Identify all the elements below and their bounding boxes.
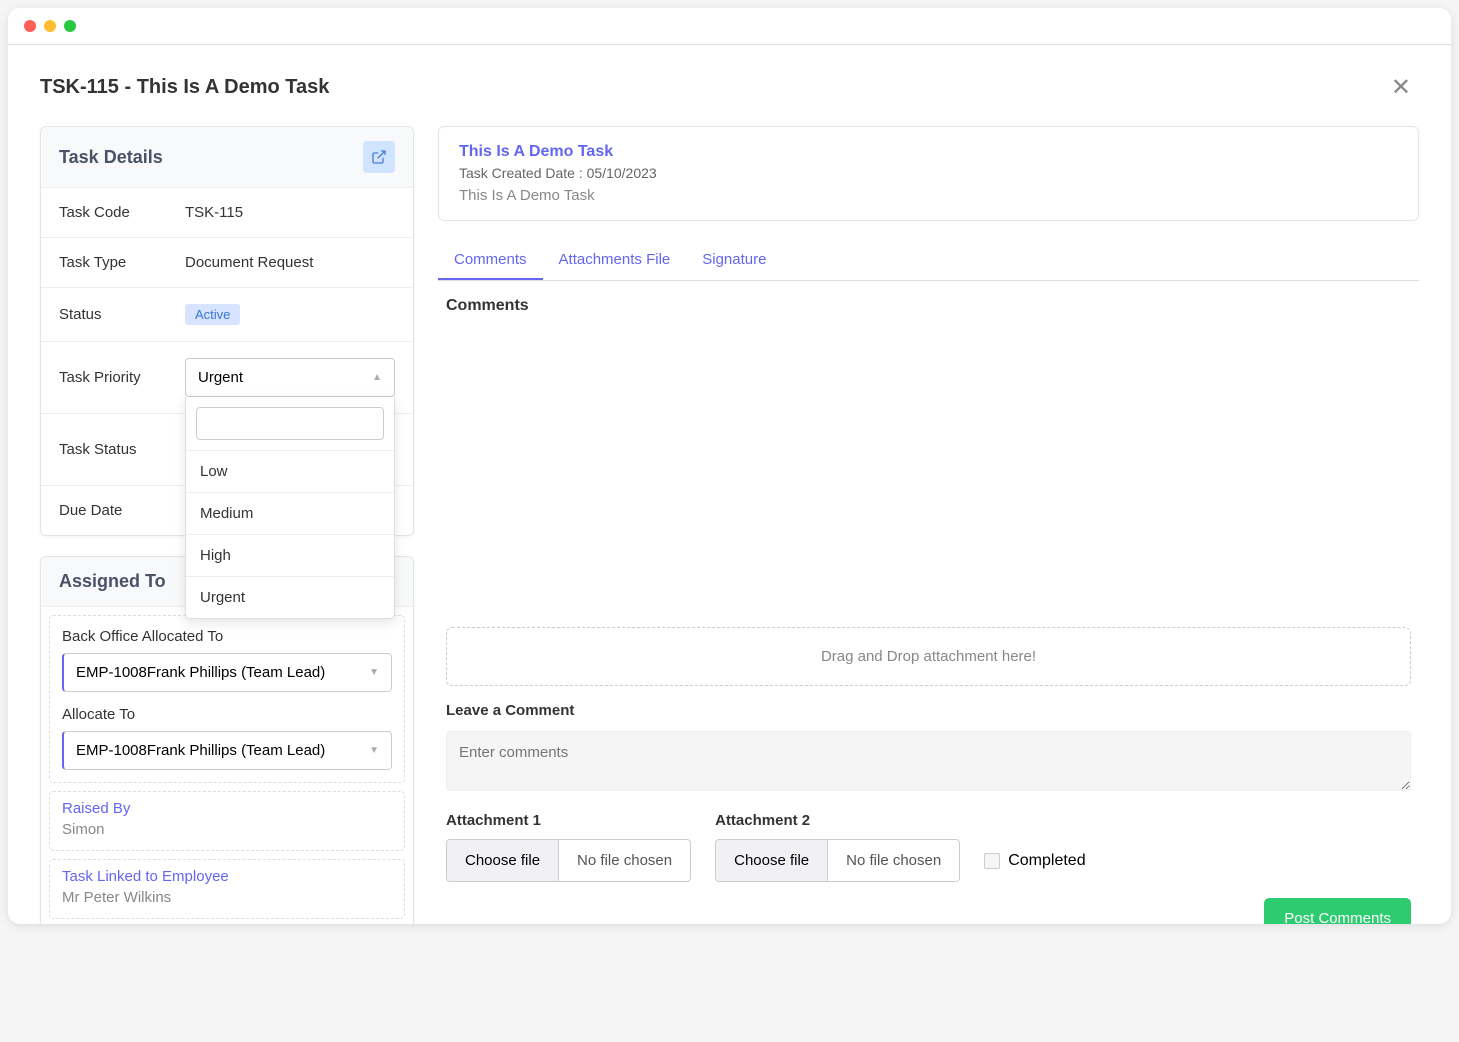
task-type-label: Task Type <box>59 254 185 271</box>
completed-checkbox[interactable] <box>984 853 1000 869</box>
linked-label: Task Linked to Employee <box>62 868 392 885</box>
task-type-value: Document Request <box>185 254 395 271</box>
chevron-down-icon: ▼ <box>369 667 379 678</box>
file-1-status: No file chosen <box>559 840 690 881</box>
allocate-label: Allocate To <box>62 706 392 723</box>
raised-by-label: Raised By <box>62 800 392 817</box>
attachment-2-label: Attachment 2 <box>715 812 960 829</box>
comment-input[interactable] <box>446 731 1411 791</box>
task-code-row: Task Code TSK-115 <box>41 188 413 238</box>
right-panel: This Is A Demo Task Task Created Date : … <box>438 126 1419 924</box>
modal-container: TSK-115 - This Is A Demo Task ✕ Task Det… <box>8 45 1451 924</box>
task-created-date: Task Created Date : 05/10/2023 <box>459 165 1398 181</box>
task-code-value: TSK-115 <box>185 204 395 221</box>
window-close-icon[interactable] <box>24 20 36 32</box>
back-office-label: Back Office Allocated To <box>62 628 392 645</box>
back-office-select[interactable]: EMP-1008Frank Phillips (Team Lead) ▼ <box>62 653 392 692</box>
attachment-2-input[interactable]: Choose file No file chosen <box>715 839 960 882</box>
browser-window: TSK-115 - This Is A Demo Task ✕ Task Det… <box>8 8 1451 924</box>
tabs-container: Comments Attachments File Signature <box>438 241 1419 281</box>
priority-dropdown-menu: Low Medium High Urgent <box>185 397 395 619</box>
assigned-body: Back Office Allocated To EMP-1008Frank P… <box>49 615 405 783</box>
window-minimize-icon[interactable] <box>44 20 56 32</box>
task-description: This Is A Demo Task <box>459 187 1398 204</box>
traffic-lights <box>24 20 76 32</box>
chevron-down-icon: ▼ <box>369 745 379 756</box>
task-code-label: Task Code <box>59 204 185 221</box>
priority-selected-value: Urgent <box>198 369 243 386</box>
edit-task-button[interactable] <box>363 141 395 173</box>
close-button[interactable]: ✕ <box>1383 69 1419 106</box>
task-details-card: Task Details Task Code TSK-115 Task Type… <box>40 126 414 536</box>
post-comments-button[interactable]: Post Comments <box>1264 898 1411 924</box>
left-panel: Task Details Task Code TSK-115 Task Type… <box>40 126 414 924</box>
task-details-header: Task Details <box>41 127 413 188</box>
due-date-label: Due Date <box>59 502 185 519</box>
linked-value: Mr Peter Wilkins <box>62 889 392 906</box>
comments-heading: Comments <box>446 297 1411 315</box>
comments-area: Comments Drag and Drop attachment here! … <box>438 297 1419 882</box>
task-details-title: Task Details <box>59 147 163 168</box>
close-icon: ✕ <box>1391 74 1411 101</box>
linked-employee-section: Task Linked to Employee Mr Peter Wilkins <box>49 859 405 919</box>
task-status-label: Task Status <box>59 441 185 458</box>
modal-body: Task Details Task Code TSK-115 Task Type… <box>40 126 1419 924</box>
completed-checkbox-container[interactable]: Completed <box>984 852 1085 882</box>
priority-label: Task Priority <box>59 369 185 386</box>
priority-select[interactable]: Urgent ▲ <box>185 358 395 397</box>
raised-by-value: Simon <box>62 821 392 838</box>
attachment-dropzone[interactable]: Drag and Drop attachment here! <box>446 627 1411 686</box>
priority-option-low[interactable]: Low <box>186 450 394 492</box>
status-label: Status <box>59 306 185 323</box>
completed-label: Completed <box>1008 852 1085 870</box>
task-header-card: This Is A Demo Task Task Created Date : … <box>438 126 1419 221</box>
status-badge: Active <box>185 304 240 325</box>
window-maximize-icon[interactable] <box>64 20 76 32</box>
raised-by-section: Raised By Simon <box>49 791 405 851</box>
assigned-title: Assigned To <box>59 571 166 591</box>
tab-signature[interactable]: Signature <box>686 241 782 280</box>
choose-file-1-button[interactable]: Choose file <box>447 840 559 881</box>
priority-row: Task Priority Urgent ▲ Low <box>41 342 413 414</box>
title-bar <box>8 8 1451 45</box>
priority-option-urgent[interactable]: Urgent <box>186 576 394 618</box>
priority-option-high[interactable]: High <box>186 534 394 576</box>
choose-file-2-button[interactable]: Choose file <box>716 840 828 881</box>
priority-search-input[interactable] <box>196 407 384 440</box>
edit-icon <box>371 149 387 165</box>
comments-list <box>446 327 1411 627</box>
attachment-1-label: Attachment 1 <box>446 812 691 829</box>
tab-comments[interactable]: Comments <box>438 241 543 280</box>
tab-attachments[interactable]: Attachments File <box>543 241 687 280</box>
modal-title: TSK-115 - This Is A Demo Task <box>40 76 329 99</box>
attachment-1-col: Attachment 1 Choose file No file chosen <box>446 812 691 882</box>
priority-option-medium[interactable]: Medium <box>186 492 394 534</box>
chevron-up-icon: ▲ <box>372 372 382 383</box>
attachment-2-col: Attachment 2 Choose file No file chosen <box>715 812 960 882</box>
allocate-select[interactable]: EMP-1008Frank Phillips (Team Lead) ▼ <box>62 731 392 770</box>
back-office-value: EMP-1008Frank Phillips (Team Lead) <box>76 664 325 681</box>
file-2-status: No file chosen <box>828 840 959 881</box>
priority-dropdown-container: Urgent ▲ Low Medium High Urgent <box>185 358 395 397</box>
attachment-1-input[interactable]: Choose file No file chosen <box>446 839 691 882</box>
task-type-row: Task Type Document Request <box>41 238 413 288</box>
modal-header: TSK-115 - This Is A Demo Task ✕ <box>40 69 1419 106</box>
allocate-value: EMP-1008Frank Phillips (Team Lead) <box>76 742 325 759</box>
attachments-row: Attachment 1 Choose file No file chosen … <box>446 812 1411 882</box>
leave-comment-label: Leave a Comment <box>446 702 1411 719</box>
status-row: Status Active <box>41 288 413 342</box>
status-value-container: Active <box>185 304 395 325</box>
task-name: This Is A Demo Task <box>459 143 1398 161</box>
priority-search-container <box>186 397 394 450</box>
